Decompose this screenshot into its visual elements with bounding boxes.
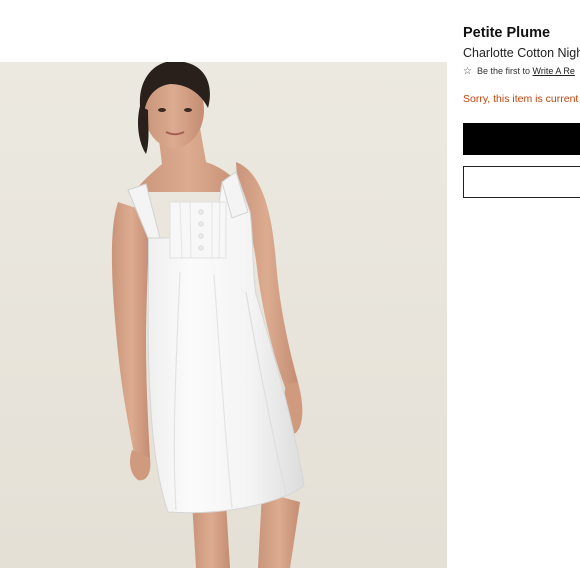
product-page: Petite Plume Charlotte Cotton Nigh ☆ Be t…	[0, 0, 580, 580]
add-to-bag-button[interactable]	[463, 123, 580, 155]
product-info-panel: Petite Plume Charlotte Cotton Nigh ☆ Be t…	[463, 24, 580, 106]
brand-name[interactable]: Petite Plume	[463, 24, 580, 42]
review-prompt: Be the first to	[476, 66, 530, 76]
product-title: Charlotte Cotton Nigh	[463, 46, 580, 60]
write-review-link[interactable]: Write A Re	[533, 66, 575, 76]
star-outline-icon: ☆	[463, 66, 472, 77]
product-image[interactable]	[0, 62, 447, 568]
wishlist-button[interactable]	[463, 166, 580, 198]
stock-status-message: Sorry, this item is current	[463, 93, 579, 105]
review-row: ☆ Be the first to Write A Re	[463, 65, 580, 78]
